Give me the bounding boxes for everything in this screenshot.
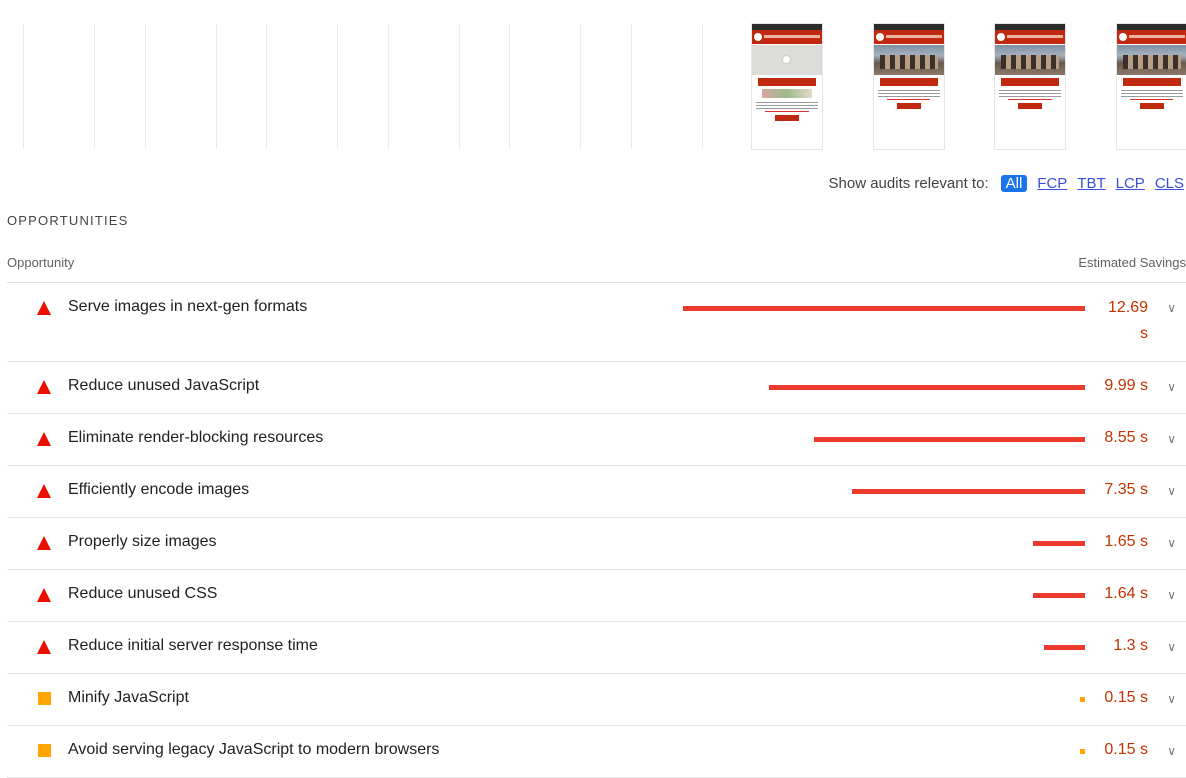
section-title: OPPORTUNITIES	[7, 213, 129, 228]
fail-triangle-icon	[37, 380, 51, 394]
opportunity-row[interactable]: Avoid serving legacy JavaScript to moder…	[7, 726, 1186, 778]
average-square-icon	[38, 692, 51, 705]
filmstrip-frame-blank	[266, 24, 338, 149]
opportunity-title: Minify JavaScript	[68, 689, 189, 707]
savings-bar	[1044, 645, 1085, 650]
opportunity-row[interactable]: Reduce unused JavaScript 9.99 s ∨	[7, 362, 1186, 414]
filmstrip-frame-blank	[388, 24, 460, 149]
opportunity-title: Reduce unused CSS	[68, 585, 217, 603]
fail-triangle-icon	[37, 301, 51, 315]
fail-triangle-icon	[37, 484, 51, 498]
filter-chip-lcp[interactable]: LCP	[1116, 175, 1145, 192]
filmstrip-frame-screenshot	[752, 24, 822, 149]
opportunity-title: Reduce initial server response time	[68, 637, 318, 655]
filmstrip-frame-screenshot	[1117, 24, 1186, 149]
opportunity-title: Efficiently encode images	[68, 481, 249, 499]
filter-chip-all[interactable]: All	[1001, 175, 1028, 192]
chevron-down-icon[interactable]: ∨	[1167, 484, 1176, 498]
fail-triangle-icon	[37, 588, 51, 602]
opportunity-title: Properly size images	[68, 533, 217, 551]
chevron-down-icon[interactable]: ∨	[1167, 536, 1176, 550]
savings-bar	[814, 437, 1085, 442]
chevron-down-icon[interactable]: ∨	[1167, 432, 1176, 446]
column-header: Opportunity Estimated Savings	[7, 255, 1186, 270]
fail-triangle-icon	[37, 640, 51, 654]
savings-value: 1.3 s	[1113, 637, 1148, 655]
savings-bar	[1080, 697, 1085, 702]
filter-chip-tbt[interactable]: TBT	[1077, 175, 1105, 192]
savings-value: 0.15 s	[1104, 689, 1148, 707]
opportunity-row[interactable]: Minify JavaScript 0.15 s ∨	[7, 674, 1186, 726]
savings-bar	[1033, 593, 1085, 598]
filter-label: Show audits relevant to:	[829, 175, 989, 192]
chevron-down-icon[interactable]: ∨	[1167, 744, 1176, 758]
savings-value: 9.99 s	[1104, 377, 1148, 395]
opportunity-row[interactable]: Eliminate render-blocking resources 8.55 …	[7, 414, 1186, 466]
savings-bar	[852, 489, 1085, 494]
filter-chip-cls[interactable]: CLS	[1155, 175, 1184, 192]
savings-bar	[769, 385, 1085, 390]
opportunity-row[interactable]: Serve images in next-gen formats 12.69 s ∨	[7, 283, 1186, 362]
opportunity-row[interactable]: Efficiently encode images 7.35 s ∨	[7, 466, 1186, 518]
fail-triangle-icon	[37, 536, 51, 550]
opportunity-title: Serve images in next-gen formats	[68, 298, 307, 316]
filmstrip-frame-blank	[509, 24, 581, 149]
opportunity-title: Avoid serving legacy JavaScript to moder…	[68, 741, 439, 759]
audit-filter: Show audits relevant to: All FCP TBT LCP CLS	[829, 173, 1184, 193]
filmstrip-frame-screenshot	[995, 24, 1065, 149]
savings-value: 8.55 s	[1104, 429, 1148, 447]
savings-bar	[1080, 749, 1085, 754]
chevron-down-icon[interactable]: ∨	[1167, 301, 1176, 315]
savings-value: 0.15 s	[1104, 741, 1148, 759]
average-square-icon	[38, 744, 51, 757]
opportunity-list: Serve images in next-gen formats 12.69 s ∨…	[7, 283, 1186, 778]
opportunity-row[interactable]: Reduce unused CSS 1.64 s ∨	[7, 570, 1186, 622]
savings-value: 7.35 s	[1104, 481, 1148, 499]
filmstrip-frame-screenshot	[874, 24, 944, 149]
filmstrip	[0, 0, 1186, 160]
savings-value: 1.64 s	[1104, 585, 1148, 603]
filter-chips: All FCP TBT LCP CLS	[1001, 175, 1184, 192]
savings-value: 12.69 s	[1098, 295, 1148, 347]
filmstrip-frame-blank	[145, 24, 217, 149]
filmstrip-frame-blank	[23, 24, 95, 149]
savings-bar	[1033, 541, 1085, 546]
chevron-down-icon[interactable]: ∨	[1167, 380, 1176, 394]
opportunity-title: Reduce unused JavaScript	[68, 377, 259, 395]
column-estimated-savings: Estimated Savings	[1078, 255, 1186, 270]
chevron-down-icon[interactable]: ∨	[1167, 640, 1176, 654]
column-opportunity: Opportunity	[7, 255, 74, 270]
filmstrip-frame-blank	[631, 24, 703, 149]
fail-triangle-icon	[37, 432, 51, 446]
filter-chip-fcp[interactable]: FCP	[1037, 175, 1067, 192]
opportunity-title: Eliminate render-blocking resources	[68, 429, 323, 447]
opportunity-row[interactable]: Properly size images 1.65 s ∨	[7, 518, 1186, 570]
chevron-down-icon[interactable]: ∨	[1167, 588, 1176, 602]
chevron-down-icon[interactable]: ∨	[1167, 692, 1176, 706]
savings-bar	[683, 306, 1085, 311]
savings-value: 1.65 s	[1104, 533, 1148, 551]
opportunity-row[interactable]: Reduce initial server response time 1.3 s…	[7, 622, 1186, 674]
